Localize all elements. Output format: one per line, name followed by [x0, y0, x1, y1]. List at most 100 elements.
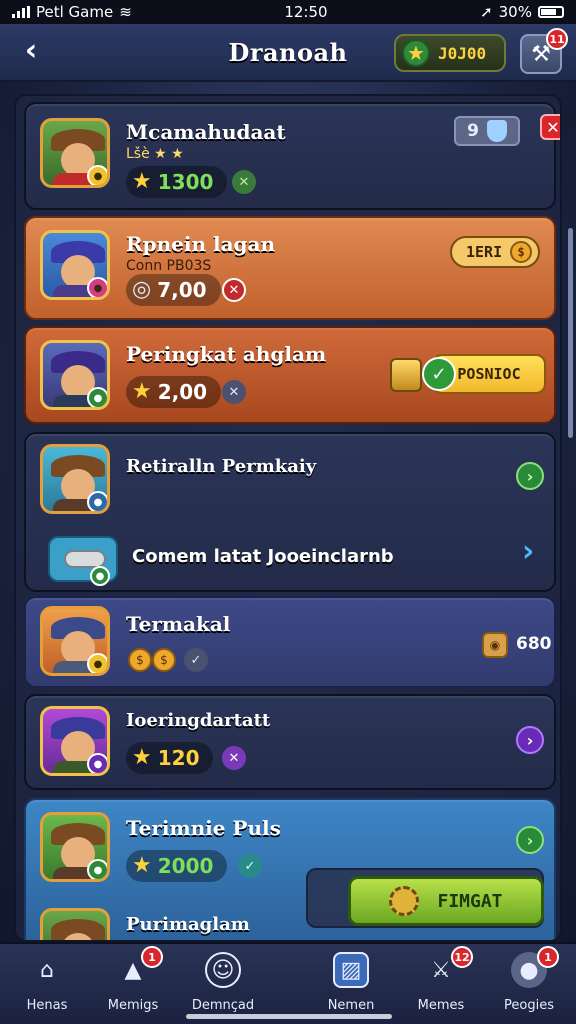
notification-badge: 1	[537, 946, 559, 968]
reward-tag[interactable]: 1ERI $	[450, 236, 541, 268]
star-icon: ★	[402, 39, 430, 67]
reward-label: 1ERI	[466, 243, 503, 261]
tab-battle[interactable]: ⚔ 12 Memes	[396, 946, 486, 1018]
badge-icon: ●	[87, 277, 107, 297]
home-indicator[interactable]	[186, 1014, 392, 1019]
location-icon: ➚	[480, 3, 493, 21]
reward-value: 680	[516, 634, 552, 654]
item-name: Ioeringdartatt	[126, 710, 271, 731]
scroll-icon: ●	[48, 536, 118, 586]
tab-label: Memigs	[107, 998, 159, 1013]
notification-badge: 12	[451, 946, 473, 968]
battery-icon	[537, 6, 564, 18]
status-bar: Petl Game ≋ 12:50 ➚ 30%	[0, 0, 576, 24]
battery-percent: 30%	[498, 3, 532, 21]
coin-value: J0J00	[438, 43, 487, 63]
dismiss-button[interactable]: ✕	[540, 114, 560, 140]
quest-list[interactable]: ● Mcamahudaat Lšè ★ ★ ★ 1300 ✕ 9 ✕ ● Rpn…	[14, 94, 562, 942]
count-box: 9	[454, 116, 520, 146]
list-item[interactable]: ● Termakal $ $ ✓ ◉ 680	[24, 596, 556, 688]
coin-icon: ●	[87, 165, 107, 185]
avatar: ●	[40, 340, 110, 410]
stat-value: 2000	[157, 854, 214, 878]
arrow-right-icon[interactable]: ›	[516, 462, 544, 490]
stat-value: 1300	[157, 170, 214, 194]
stat-value: 7,00	[157, 278, 207, 302]
header: ‹ Dranoah ★ J0J00 ⚒ 11	[0, 24, 576, 82]
item-name: Purimaglam	[126, 914, 250, 935]
item-name: Mcamahudaat	[126, 120, 286, 144]
tab-map[interactable]: ▨ Nemen	[306, 952, 396, 1018]
clock: 12:50	[284, 3, 328, 21]
claim-panel: FIMGAT	[306, 868, 544, 928]
item-name: Terimnie Puls	[126, 816, 281, 840]
tab-label: Demnçad	[191, 998, 255, 1013]
close-icon[interactable]: ✕	[232, 170, 256, 194]
list-item[interactable]: ● Retiralln Permkaiy › ● Comem latat Joo…	[24, 432, 556, 592]
claim-button[interactable]: FIMGAT	[348, 876, 544, 926]
list-item[interactable]: ● Ioeringdartatt ★ 120 ✕ ›	[24, 694, 556, 790]
arrow-right-icon[interactable]: ›	[516, 826, 544, 854]
scrollbar[interactable]	[568, 228, 573, 438]
badge-icon: ●	[90, 566, 110, 586]
list-item[interactable]: ● Mcamahudaat Lšè ★ ★ ★ 1300 ✕ 9 ✕	[24, 102, 560, 210]
item-name: Retiralln Permkaiy	[126, 456, 317, 477]
avatar: ●	[40, 444, 110, 514]
swords-icon: ⚔ 12	[423, 946, 473, 988]
profile-icon: ☺	[205, 952, 241, 988]
badge-icon: ●	[87, 859, 107, 879]
avatar: ●	[40, 118, 110, 188]
tab-chat[interactable]: ● 1 Peogies	[484, 946, 574, 1018]
close-icon[interactable]: ✕	[222, 746, 246, 770]
stat-pill: ◎ 7,00	[126, 274, 221, 306]
tab-label: Peogies	[504, 998, 554, 1013]
stat-pill: ★ 2,00	[126, 376, 222, 408]
target-icon: ◎	[132, 277, 152, 302]
tab-label: Memes	[417, 998, 465, 1013]
check-icon[interactable]: ✓	[238, 854, 262, 878]
coin-icon: $	[510, 241, 533, 263]
star-icon: ★	[132, 853, 152, 878]
avatar: ●	[40, 230, 110, 300]
close-icon[interactable]: ✕	[222, 278, 246, 302]
tab-label: Nemen	[327, 998, 375, 1013]
list-item[interactable]: ● Peringkat ahglam ★ 2,00 ✕ POSNIOC ✓	[24, 326, 556, 424]
tab-profile[interactable]: ☺ Demnçad	[178, 952, 268, 1018]
badge-icon: ●	[87, 491, 107, 511]
arrow-right-icon[interactable]: ›	[516, 726, 544, 754]
item-subtitle: Conn PB03S	[126, 258, 212, 274]
gear-icon	[389, 886, 420, 916]
signal-icon	[12, 6, 30, 18]
bag-icon: ▲ 1	[115, 946, 163, 988]
badge-icon: ●	[87, 387, 107, 407]
stat-pill: ★ 1300	[126, 166, 228, 198]
item-subtitle: Lšè ★ ★	[126, 146, 184, 162]
count-value: 9	[467, 121, 479, 141]
star-icon: ★	[132, 169, 152, 194]
tools-button[interactable]: ⚒ 11	[520, 28, 568, 74]
close-icon[interactable]: ✕	[222, 380, 246, 404]
star-icon: ★	[132, 745, 152, 770]
avatar	[40, 908, 110, 940]
stat-pill: ★ 120	[126, 742, 214, 774]
check-icon: ✓	[422, 357, 456, 391]
tab-bag[interactable]: ▲ 1 Memigs	[88, 946, 178, 1018]
notification-badge: 11	[546, 28, 568, 50]
item-name: Termakal	[126, 612, 231, 636]
check-icon[interactable]: ✓	[184, 648, 208, 672]
wifi-icon: ≋	[119, 3, 132, 21]
star-icon: ★	[132, 379, 152, 404]
coin-balance[interactable]: ★ J0J00	[394, 34, 506, 72]
list-item[interactable]: ● Rpnein lagan Conn PB03S ◎ 7,00 ✕ 1ERI …	[24, 216, 556, 320]
avatar: ●	[40, 812, 110, 882]
home-icon: ⌂	[40, 957, 54, 983]
tab-label: Henas	[26, 998, 68, 1013]
item-name: Rpnein lagan	[126, 232, 276, 256]
item-name: Comem latat Jooeinclarnb	[132, 546, 394, 567]
avatar: ●	[40, 706, 110, 776]
tab-home[interactable]: ⌂ Henas	[2, 952, 92, 1018]
map-icon: ▨	[333, 952, 369, 988]
gold-icon	[390, 358, 422, 392]
chevron-right-icon[interactable]: ›	[522, 534, 534, 569]
stat-value: 120	[157, 746, 200, 770]
